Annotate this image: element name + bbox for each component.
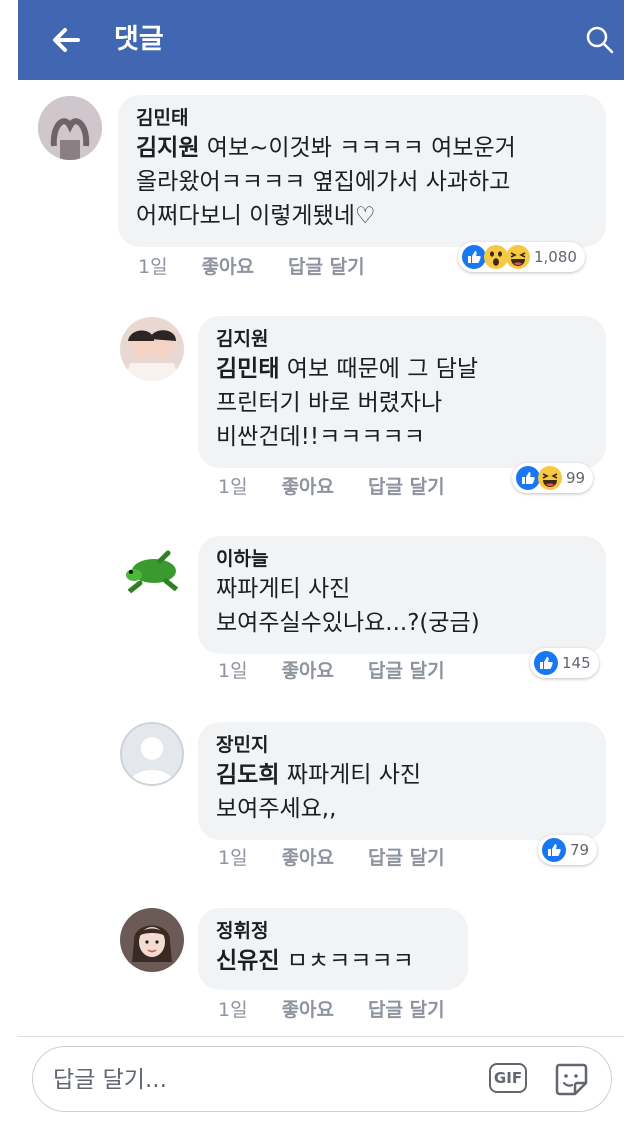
- comment-text: 김민태 여보 때문에 그 담날 프린터기 바로 버렸자나 비싼건데!!ㅋㅋㅋㅋㅋ: [216, 356, 479, 450]
- comment-text: 김지원 여보~이것봐 ㅋㅋㅋㅋ 여보운거 올라왔어ㅋㅋㅋㅋ 옆집에가서 사과하고…: [136, 135, 516, 229]
- avatar[interactable]: [120, 908, 184, 972]
- comment-time[interactable]: 1일: [218, 847, 248, 869]
- page-title: 댓글: [114, 24, 164, 55]
- reaction-count: 79: [570, 841, 590, 859]
- sticker-icon[interactable]: [551, 1059, 591, 1099]
- comment-meta: 1일 좋아요 답글 달기: [218, 658, 479, 684]
- like-button[interactable]: 좋아요: [282, 999, 334, 1021]
- comment-bubble[interactable]: 장민지 김도희 짜파게티 사진 보여주세요,,: [198, 722, 606, 840]
- comment-author[interactable]: 김지원: [216, 326, 588, 352]
- girl-photo-icon: [120, 908, 184, 972]
- default-profile-icon: [122, 724, 182, 784]
- reaction-count: 145: [562, 654, 591, 672]
- wow-reaction-icon: [484, 245, 508, 269]
- comment-time[interactable]: 1일: [218, 660, 248, 682]
- reply-button[interactable]: 답글 달기: [368, 999, 445, 1021]
- mention-tag[interactable]: 김민태: [216, 356, 279, 382]
- comment-bubble[interactable]: 김지원 김민태 여보 때문에 그 담날 프린터기 바로 버렸자나 비싼건데!!ㅋ…: [198, 316, 606, 468]
- like-reaction-icon: [534, 651, 558, 675]
- haha-reaction-icon: [538, 466, 562, 490]
- like-button[interactable]: 좋아요: [282, 847, 334, 869]
- reply-button[interactable]: 답글 달기: [368, 847, 445, 869]
- comment-bubble[interactable]: 정휘정 신유진 ㅁㅊㅋㅋㅋㅋ: [198, 908, 468, 990]
- green-frog-toy-icon: [120, 537, 184, 601]
- reply-composer: GIF: [32, 1046, 612, 1112]
- like-button[interactable]: 좋아요: [282, 660, 334, 682]
- comment-time[interactable]: 1일: [138, 256, 168, 278]
- reply-button[interactable]: 답글 달기: [368, 660, 445, 682]
- couple-photo-icon: [120, 317, 184, 381]
- comment-text: 신유진 ㅁㅊㅋㅋㅋㅋ: [216, 948, 414, 974]
- comment-meta: 1일 좋아요 답글 달기: [218, 474, 479, 500]
- mention-tag[interactable]: 김도희: [216, 762, 279, 788]
- comment-author[interactable]: 정휘정: [216, 918, 450, 944]
- comment-author[interactable]: 이하늘: [216, 546, 588, 572]
- comment-text: 짜파게티 사진 보여주실수있나요...?(궁금): [216, 576, 480, 636]
- like-reaction-icon: [462, 245, 486, 269]
- reaction-summary[interactable]: 99: [512, 463, 594, 493]
- back-arrow-icon[interactable]: [48, 22, 84, 58]
- avatar[interactable]: [120, 317, 184, 381]
- avatar[interactable]: [120, 722, 184, 786]
- avatar[interactable]: [38, 96, 102, 160]
- like-button[interactable]: 좋아요: [282, 476, 334, 498]
- reply-button[interactable]: 답글 달기: [288, 256, 365, 278]
- comment-meta: 1일 좋아요 답글 달기: [138, 254, 399, 280]
- comment-meta: 1일 좋아요 답글 달기: [218, 845, 479, 871]
- like-reaction-icon: [542, 838, 566, 862]
- mention-tag[interactable]: 신유진: [216, 948, 279, 974]
- haha-reaction-icon: [506, 245, 530, 269]
- comment-bubble[interactable]: 이하늘 짜파게티 사진 보여주실수있나요...?(궁금): [198, 536, 606, 654]
- avatar[interactable]: [120, 537, 184, 601]
- reaction-summary[interactable]: 79: [538, 835, 598, 865]
- divider: [18, 1036, 624, 1037]
- comment-author[interactable]: 장민지: [216, 732, 588, 758]
- like-button[interactable]: 좋아요: [202, 256, 254, 278]
- comment-author[interactable]: 김민태: [136, 105, 588, 131]
- reply-button[interactable]: 답글 달기: [368, 476, 445, 498]
- reaction-summary[interactable]: 145: [530, 648, 599, 678]
- reply-input[interactable]: [51, 1061, 475, 1099]
- reaction-count: 1,080: [534, 248, 577, 266]
- like-reaction-icon: [516, 466, 540, 490]
- search-icon[interactable]: [584, 24, 616, 56]
- comment-time[interactable]: 1일: [218, 476, 248, 498]
- comment-time[interactable]: 1일: [218, 999, 248, 1021]
- reaction-summary[interactable]: 1,080: [458, 242, 585, 272]
- gif-button[interactable]: GIF: [489, 1063, 527, 1093]
- comment-text: 김도희 짜파게티 사진 보여주세요,,: [216, 762, 422, 822]
- comment-meta: 1일 좋아요 답글 달기: [218, 997, 479, 1023]
- header-bar: 댓글: [18, 0, 624, 80]
- reaction-count: 99: [566, 469, 586, 487]
- comment-bubble[interactable]: 김민태 김지원 여보~이것봐 ㅋㅋㅋㅋ 여보운거 올라왔어ㅋㅋㅋㅋ 옆집에가서 …: [118, 95, 606, 247]
- mention-tag[interactable]: 김지원: [136, 135, 199, 161]
- hand-heart-photo-icon: [38, 96, 102, 160]
